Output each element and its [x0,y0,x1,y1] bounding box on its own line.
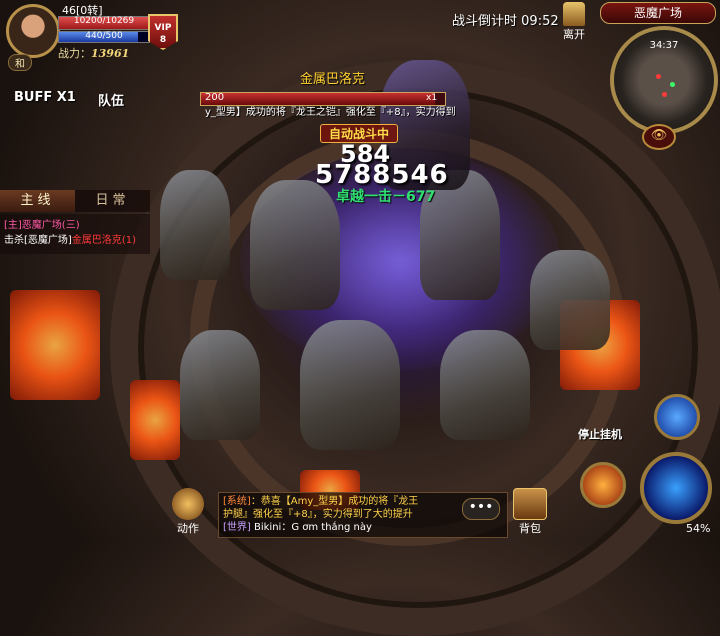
player-character [300,320,400,450]
attack-button-sword-icon[interactable] [640,452,712,524]
lava-pool [10,290,100,400]
player-status-panel: 46[0转] 10200/10269 440/500 战力：13961 VIP 8… [0,0,190,71]
minimap[interactable]: 34:37 [610,26,718,134]
enemy-warrior[interactable] [530,250,610,350]
quest-objective-target: 金属巴洛克 [71,235,122,246]
combat-power-value: 13961 [91,47,130,60]
quest-objective-count: (1) [121,235,136,246]
vip-level: 8 [159,35,167,45]
leave-button[interactable]: 离开 [560,2,588,42]
quest-objective: 击杀[恶魔广场]金属巴洛克(1) [4,231,146,246]
enemy-warrior[interactable] [250,180,340,310]
chat-more-button[interactable]: ••• [462,498,500,520]
eye-icon[interactable]: 👁 [642,124,676,150]
minimap-player-dot [670,82,675,87]
countdown-time: 09:52 [521,14,559,29]
quest-tabs: 主线 日常 [0,190,150,212]
hp-bar: 10200/10269 [58,16,150,30]
chat-text: ：G ơm thắng này [281,522,372,533]
chat-message: [系统]：恭喜【Amy_型男】成功的将『龙王 [223,495,503,508]
minimap-enemy-dot [656,74,661,79]
combat-power: 战力：13961 [58,45,129,61]
skill-button-fire-icon[interactable] [580,462,626,508]
battery-level: 54% [686,522,711,535]
minimap-enemy-dot [662,92,667,97]
critical-hit-text: 卓越一击－677 [336,189,436,205]
exit-icon [563,2,585,26]
leave-label: 离开 [563,28,585,41]
chat-text: 护腿』强化至『+8』，实力得到了大的提升 [223,509,413,520]
enemy-warrior[interactable] [180,330,260,440]
boss-hp-multiplier: x1 [426,93,438,103]
bag-button[interactable]: 背包 [512,488,548,536]
minimap-coords: 34:37 [649,40,679,51]
team-button[interactable]: 队伍 [98,90,124,109]
countdown-label: 战斗倒计时 [452,14,518,29]
lava-pool [130,380,180,460]
chat-text: ：恭喜【Amy_型男】成功的将『龙王 [250,496,419,507]
quest-tracker[interactable]: [主]恶魔广场(三) 击杀[恶魔广场]金属巴洛克(1) [0,214,150,254]
vip-badge[interactable]: VIP 8 [148,14,178,50]
action-icon [172,488,204,520]
skill-button-lightning-icon[interactable] [654,394,700,440]
stop-auto-button[interactable]: 停止挂机 [578,426,622,442]
chat-message: [世界] Bikini：G ơm thắng này [223,521,503,534]
bag-label: 背包 [519,522,541,535]
hp-text: 10200/10269 [73,16,135,26]
mp-bar: 440/500 [58,31,150,43]
action-button[interactable]: 动作 [170,488,206,536]
bag-icon [513,488,547,520]
announcement-ticker: y_型男】成功的将『龙王之铠』强化至『+8』，实力得到 [205,107,456,118]
player-name-tag: 和 [8,54,32,71]
boss-name: 金属巴洛克 [300,72,366,87]
vip-label: VIP [154,23,172,33]
player-avatar[interactable] [6,4,60,58]
combat-power-label: 战力： [58,47,91,60]
buff-button[interactable]: BUFF X1 [14,90,76,105]
tab-main-quest[interactable]: 主线 [0,190,75,212]
chat-user: Bikini [254,522,282,533]
chat-channel-system: [系统] [223,496,251,507]
chat-channel-world: [世界] [223,522,251,533]
chat-message: 护腿』强化至『+8』，实力得到了大的提升 [223,508,503,521]
quest-objective-prefix: 击杀[恶魔广场] [4,235,72,246]
quest-title: [主]恶魔广场(三) [4,220,80,231]
boss-level: 200 [205,92,225,103]
tab-daily-quest[interactable]: 日常 [75,190,150,212]
battle-countdown: 战斗倒计时 09:52 [452,10,559,29]
action-label: 动作 [177,522,199,535]
enemy-warrior[interactable] [160,170,230,280]
enemy-warrior[interactable] [440,330,530,440]
zone-name: 恶魔广场 [600,2,716,24]
mp-text: 440/500 [85,31,123,41]
